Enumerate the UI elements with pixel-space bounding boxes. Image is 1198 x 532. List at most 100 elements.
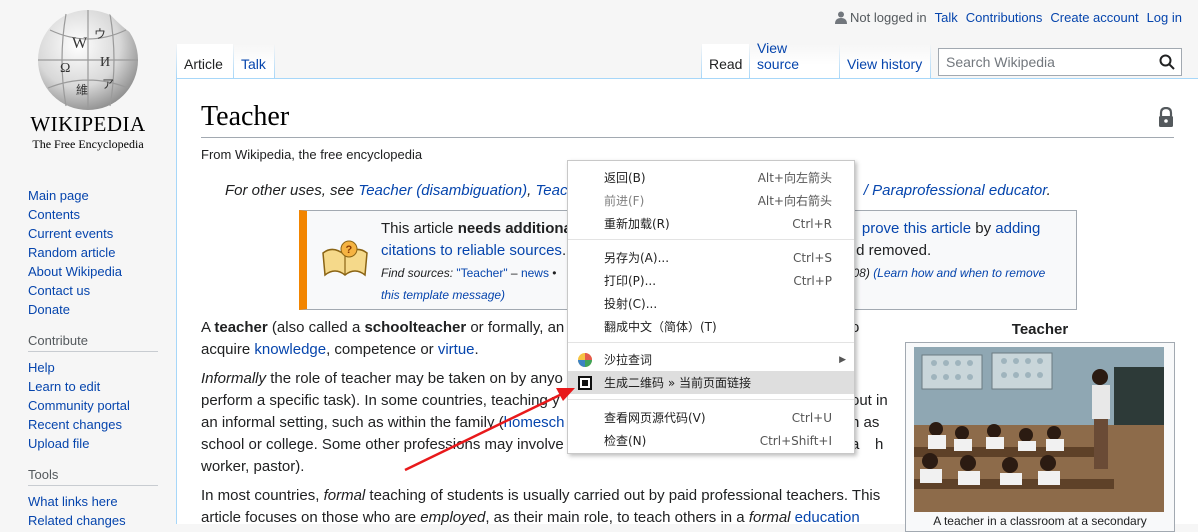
- hatnote-link[interactable]: Teacher (disambiguation): [358, 182, 527, 199]
- para-text: article focuses on those who are: [201, 509, 421, 526]
- wikipedia-logo[interactable]: W Ω 維 И ウ ア WIKIPEDIA The Free Encyclope…: [0, 0, 176, 160]
- menu-shortcut: Ctrl+U: [791, 410, 832, 425]
- wordmark: WIKIPEDIA: [30, 112, 146, 136]
- tab-talk-label: Talk: [241, 56, 266, 72]
- page-title: Teacher: [201, 101, 290, 132]
- para-text: acquire: [201, 341, 255, 358]
- para-text: school or college. Some other profession…: [201, 436, 564, 453]
- find-sources-sep: –: [507, 266, 521, 280]
- globe-glyph: W: [72, 35, 88, 52]
- homeschool-link[interactable]: homesch: [504, 414, 565, 431]
- adding-link[interactable]: adding: [995, 220, 1040, 237]
- para-text: , competence or: [326, 341, 438, 358]
- menu-item-qr-code[interactable]: 生成二维码 » 当前页面链接: [568, 371, 854, 394]
- find-sources-sep: •: [548, 266, 557, 280]
- menu-item-view-source[interactable]: 查看网页源代码(V) Ctrl+U: [568, 406, 854, 429]
- sidebar-item-contact[interactable]: Contact us: [28, 281, 168, 300]
- improve-link[interactable]: prove this article: [862, 220, 971, 237]
- search-input[interactable]: Search Wikipedia: [938, 48, 1182, 76]
- classroom-photo[interactable]: [914, 347, 1164, 512]
- tagline: The Free Encyclopedia: [32, 137, 144, 151]
- sidebar-item-learn-to-edit[interactable]: Learn to edit: [28, 377, 168, 396]
- svg-text:?: ?: [346, 244, 353, 256]
- notice-part: This article: [381, 220, 458, 237]
- tab-talk[interactable]: Talk: [234, 44, 274, 78]
- infobox-title: Teacher: [1011, 321, 1069, 338]
- virtue-link[interactable]: virtue: [438, 341, 475, 358]
- menu-item-inspect[interactable]: 检查(N) Ctrl+Shift+I: [568, 429, 854, 452]
- sidebar-item-about[interactable]: About Wikipedia: [28, 262, 168, 281]
- hatnote-text: .: [1046, 182, 1051, 199]
- sidebar-item-main-page[interactable]: Main page: [28, 186, 168, 205]
- infobox-caption: A teacher in a classroom at a secondary: [933, 514, 1147, 528]
- para-text: teaching of students is usually carried …: [365, 487, 881, 504]
- para-text: the role of teacher may be taken on by a…: [266, 370, 563, 387]
- para-text: worker, pastor).: [201, 458, 305, 475]
- menu-label: 返回(B): [604, 171, 646, 185]
- sidebar-item-current-events[interactable]: Current events: [28, 224, 168, 243]
- talk-link[interactable]: Talk: [935, 10, 958, 25]
- notice-part: needs additiona: [457, 220, 572, 237]
- news-link[interactable]: news: [521, 266, 549, 280]
- globe-glyph: ウ: [94, 27, 106, 41]
- template-message-link[interactable]: this template message): [381, 288, 505, 302]
- menu-item-forward[interactable]: 前进(F) Alt+向右箭头: [568, 189, 854, 212]
- sidebar-item-what-links-here[interactable]: What links here: [28, 492, 168, 511]
- para-text: (also called a: [267, 319, 365, 336]
- menu-separator: [568, 239, 854, 240]
- para-text: , as their main role, to teach others in…: [485, 509, 749, 526]
- sidebar-item-related-changes[interactable]: Related changes: [28, 511, 168, 530]
- menu-label: 投射(C)...: [604, 297, 658, 311]
- book-question-icon: ?: [322, 240, 368, 277]
- knowledge-link[interactable]: knowledge: [254, 341, 326, 358]
- menu-shortcut: Alt+向右箭头: [757, 194, 832, 208]
- tab-view-source[interactable]: View source: [750, 40, 839, 78]
- learn-remove-link[interactable]: (Learn how and when to remove: [873, 266, 1045, 280]
- para-italic: Informally: [201, 370, 267, 387]
- hatnote-text: For other uses, see: [225, 182, 359, 199]
- sidebar-item-contents[interactable]: Contents: [28, 205, 168, 224]
- find-sources-query[interactable]: "Teacher": [456, 266, 507, 280]
- tab-divider: [274, 44, 275, 78]
- contributions-link[interactable]: Contributions: [966, 10, 1043, 25]
- tab-view-history[interactable]: View history: [840, 44, 930, 78]
- lock-icon[interactable]: [1158, 107, 1174, 127]
- hatnote-link[interactable]: / Paraprofessional educator: [864, 182, 1047, 199]
- tab-article-label: Article: [184, 56, 223, 72]
- search-icon[interactable]: [1159, 54, 1175, 70]
- infobox-image-frame: A teacher in a classroom at a secondary: [905, 342, 1175, 532]
- sidebar-heading-tools: Tools: [28, 467, 158, 486]
- sidebar-item-donate[interactable]: Donate: [28, 300, 168, 319]
- menu-item-save-as[interactable]: 另存为(A)... Ctrl+S: [568, 246, 854, 269]
- para-text: an informal setting, such as within the …: [201, 414, 504, 431]
- menu-label: 重新加载(R): [604, 217, 670, 231]
- login-link[interactable]: Log in: [1147, 10, 1182, 25]
- tab-article[interactable]: Article: [177, 44, 233, 78]
- education-link[interactable]: education: [791, 509, 860, 526]
- context-menu: 返回(B) Alt+向左箭头 前进(F) Alt+向右箭头 重新加载(R) Ctrl+…: [567, 160, 855, 454]
- menu-item-reload[interactable]: 重新加载(R) Ctrl+R: [568, 212, 854, 235]
- menu-item-back[interactable]: 返回(B) Alt+向左箭头: [568, 166, 854, 189]
- create-account-link[interactable]: Create account: [1050, 10, 1138, 25]
- menu-label: 另存为(A)...: [604, 251, 670, 265]
- para-bold: teacher: [214, 319, 268, 336]
- para-text: .: [474, 341, 479, 358]
- sidebar-item-random-article[interactable]: Random article: [28, 243, 168, 262]
- menu-item-print[interactable]: 打印(P)... Ctrl+P: [568, 269, 854, 292]
- tab-read[interactable]: Read: [702, 44, 749, 78]
- menu-item-saladict[interactable]: 沙拉查词 ▶: [568, 348, 854, 371]
- menu-item-translate[interactable]: 翻成中文（简体）(T): [568, 315, 854, 338]
- menu-item-cast[interactable]: 投射(C)...: [568, 292, 854, 315]
- sidebar-item-community-portal[interactable]: Community portal: [28, 396, 168, 415]
- globe-glyph: Ω: [60, 61, 70, 76]
- personal-tools: Not logged in Talk Contributions Create …: [835, 10, 1182, 25]
- reliable-sources-link[interactable]: citations to reliable sources: [381, 242, 562, 259]
- menu-label: 检查(N): [604, 434, 647, 448]
- menu-label: 翻成中文（简体）(T): [604, 320, 717, 334]
- menu-label: 查看网页源代码(V): [604, 411, 706, 425]
- tab-view-source-label: View source: [757, 40, 800, 72]
- sidebar-item-recent-changes[interactable]: Recent changes: [28, 415, 168, 434]
- sidebar-item-upload-file[interactable]: Upload file: [28, 434, 168, 453]
- sidebar-item-help[interactable]: Help: [28, 358, 168, 377]
- sidebar: Main page Contents Current events Random…: [28, 186, 168, 530]
